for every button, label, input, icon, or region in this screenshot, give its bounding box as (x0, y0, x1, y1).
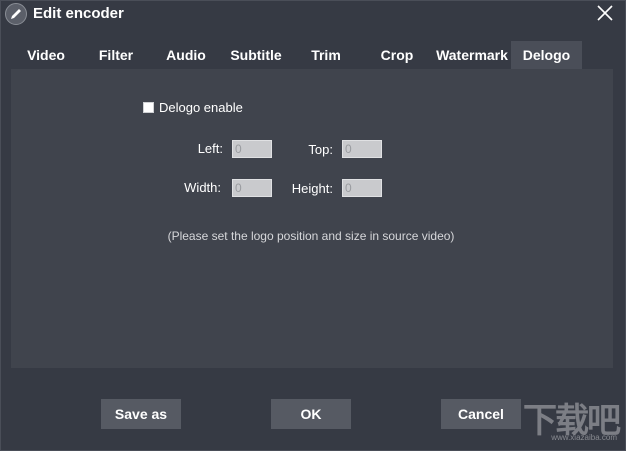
left-field[interactable] (232, 140, 272, 158)
tab-filter[interactable]: Filter (81, 41, 151, 69)
cancel-button[interactable]: Cancel (441, 399, 521, 429)
tab-subtitle[interactable]: Subtitle (221, 41, 291, 69)
site-watermark-url: www.xiazaiba.com (551, 433, 617, 442)
tab-audio[interactable]: Audio (151, 41, 221, 69)
window-title: Edit encoder (33, 5, 124, 22)
title-bar: Edit encoder (1, 1, 625, 29)
ok-button[interactable]: OK (271, 399, 351, 429)
tab-delogo[interactable]: Delogo (511, 41, 582, 69)
tab-crop[interactable]: Crop (361, 41, 433, 69)
tab-watermark[interactable]: Watermark (433, 41, 511, 69)
save-as-button[interactable]: Save as (101, 399, 181, 429)
width-field[interactable] (232, 179, 272, 197)
tab-bar: Video Filter Audio Subtitle Trim Crop Wa… (11, 41, 613, 69)
delogo-enable-checkbox[interactable] (143, 102, 154, 113)
height-field[interactable] (342, 179, 382, 197)
top-label: Top: (308, 142, 333, 157)
delogo-panel: Delogo enable Left: Top: Width: Height: … (11, 69, 613, 368)
tab-video[interactable]: Video (11, 41, 81, 69)
delogo-hint: (Please set the logo position and size i… (167, 229, 455, 243)
left-label: Left: (197, 141, 223, 156)
tab-trim[interactable]: Trim (291, 41, 361, 69)
height-label: Height: (291, 181, 333, 196)
top-field[interactable] (342, 140, 382, 158)
width-label: Width: (184, 180, 221, 195)
close-icon[interactable] (595, 3, 615, 23)
pencil-icon (5, 3, 27, 25)
delogo-enable-label: Delogo enable (159, 100, 243, 115)
edit-encoder-dialog: Edit encoder Video Filter Audio Subtitle… (0, 0, 626, 451)
